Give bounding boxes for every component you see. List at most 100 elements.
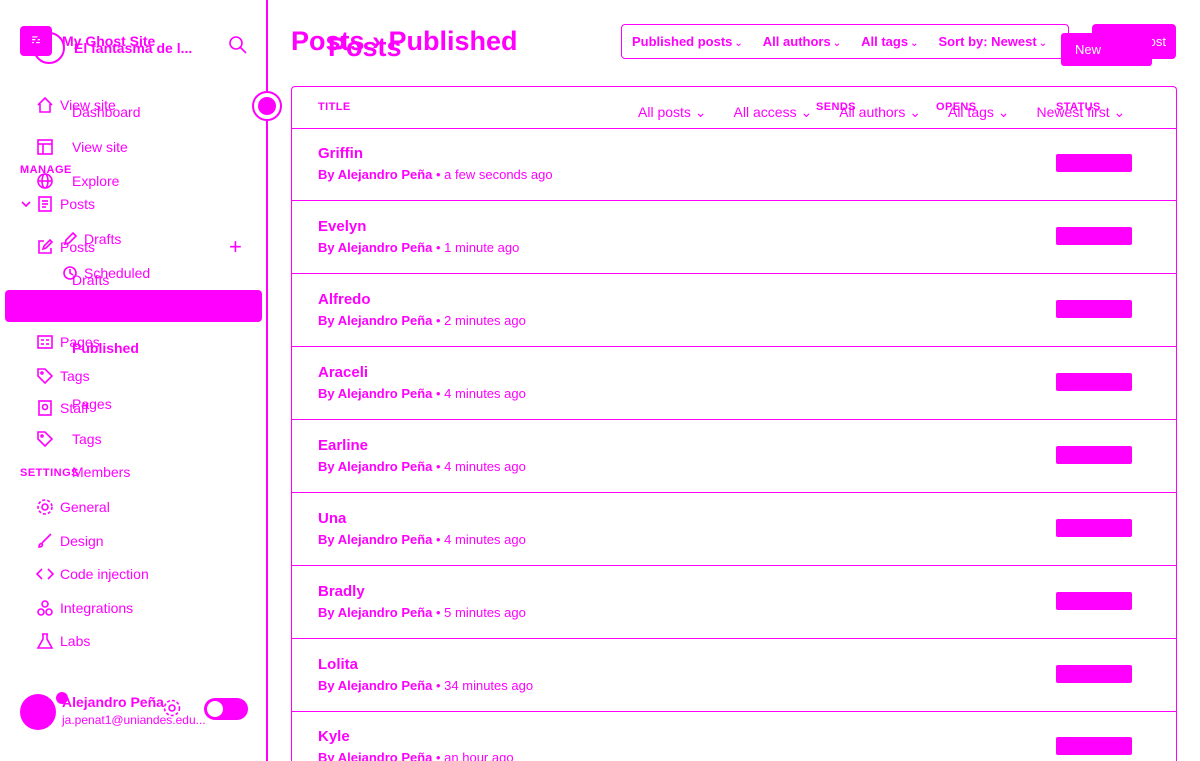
post-title[interactable]: Evelyn	[318, 218, 366, 235]
status-badge	[1056, 519, 1132, 537]
settings-gear-icon[interactable]	[162, 698, 182, 718]
post-title[interactable]: Griffin	[318, 145, 363, 162]
sidebar-item-label: Design	[60, 533, 104, 549]
sidebar-item-view-site-2[interactable]: View site	[36, 138, 128, 156]
status-badge	[1056, 227, 1132, 245]
post-meta: By Alejandro Peña • 1 minute ago	[318, 240, 520, 255]
post-title[interactable]: Kyle	[318, 728, 350, 745]
sidebar-item-general[interactable]: General	[36, 498, 110, 516]
sidebar-item-labs[interactable]: Labs	[36, 632, 90, 650]
table-row[interactable]: Alfredo By Alejandro Peña • 2 minutes ag…	[292, 274, 1176, 347]
night-mode-toggle[interactable]	[204, 698, 248, 720]
status-badge	[1056, 446, 1132, 464]
status-badge	[1056, 737, 1132, 755]
table-row[interactable]: Lolita By Alejandro Peña • 34 minutes ag…	[292, 639, 1176, 712]
sidebar-item-label: Code injection	[60, 566, 149, 582]
table-row[interactable]: Kyle By Alejandro Peña • an hour ago	[292, 711, 1176, 761]
sidebar-item-label: Tags	[60, 368, 90, 384]
table-row[interactable]: Una By Alejandro Peña • 4 minutes ago	[292, 493, 1176, 566]
sidebar-item-members[interactable]: Members	[72, 464, 130, 480]
post-title[interactable]: Lolita	[318, 656, 358, 673]
sidebar-item-published[interactable]: Published	[72, 340, 139, 356]
sidebar-item-explore[interactable]: Explore	[36, 172, 119, 190]
sidebar-item-label: View site	[72, 139, 128, 155]
status-dot-indicator	[252, 91, 282, 121]
sub-filter-authors[interactable]: All authors ⌄	[839, 104, 921, 121]
sort-dropdown[interactable]: Sort by: Newest ⌄	[938, 34, 1047, 49]
sidebar-item-dashboard[interactable]: Dashboard	[72, 104, 141, 120]
chevron-down-icon	[20, 195, 32, 213]
sidebar-item-design[interactable]: Design	[36, 532, 104, 550]
status-badge	[1056, 300, 1132, 318]
sidebar-item-label: Drafts	[72, 272, 110, 288]
sidebar-item-label: Explore	[72, 173, 120, 189]
sub-filter-order[interactable]: Newest first ⌄	[1037, 104, 1126, 121]
sub-filter-access[interactable]: All access ⌄	[734, 104, 813, 121]
sidebar-item-label: Tags	[72, 431, 102, 447]
sidebar-item-pages-2[interactable]: Pages	[72, 396, 112, 412]
post-title[interactable]: Alfredo	[318, 291, 371, 308]
page-title-overlay: Posts	[328, 32, 402, 62]
sidebar-item-label: Pages	[72, 396, 112, 412]
filter-type-dropdown[interactable]: Published posts ⌄	[632, 34, 743, 49]
layout-icon	[36, 138, 54, 156]
column-title: TITLE	[318, 101, 351, 113]
sidebar-item-posts[interactable]: Posts	[36, 238, 95, 256]
post-title[interactable]: Una	[318, 510, 346, 527]
table-row[interactable]: Earline By Alejandro Peña • 4 minutes ag…	[292, 420, 1176, 493]
post-title[interactable]: Bradly	[318, 583, 365, 600]
status-badge	[1056, 665, 1132, 683]
sidebar-item-posts-group[interactable]: Posts	[20, 195, 95, 213]
sidebar-item-published-active[interactable]	[5, 290, 262, 322]
new-post-button-overlay[interactable]: New	[1061, 33, 1152, 66]
sidebar-item-label: Posts	[60, 239, 96, 255]
filter-tag-dropdown[interactable]: All tags ⌄	[861, 34, 918, 49]
sub-filter-posts[interactable]: All posts ⌄	[638, 104, 707, 121]
post-meta: By Alejandro Peña • 4 minutes ago	[318, 532, 526, 547]
sidebar-item-tags[interactable]: Tags	[36, 367, 90, 385]
flask-icon	[36, 632, 54, 650]
sidebar-item-label: Members	[72, 464, 131, 480]
sidebar-item-integrations[interactable]: Integrations	[36, 599, 133, 617]
status-badge	[1056, 154, 1132, 172]
sidebar-item-label: Integrations	[60, 600, 134, 616]
filter-author-dropdown[interactable]: All authors ⌄	[763, 34, 841, 49]
post-meta: By Alejandro Peña • 5 minutes ago	[318, 605, 526, 620]
globe-icon	[36, 172, 54, 190]
staff-icon	[36, 399, 54, 417]
sidebar-item-drafts-2[interactable]: Drafts	[72, 272, 109, 288]
table-row[interactable]: Evelyn By Alejandro Peña • 1 minute ago	[292, 201, 1176, 274]
integrations-icon	[36, 599, 54, 617]
sidebar-item-label: Posts	[60, 196, 96, 212]
status-badge	[1056, 373, 1132, 391]
search-icon[interactable]	[226, 34, 248, 56]
tag-icon	[36, 430, 54, 448]
sidebar-item-label: Published	[72, 340, 139, 356]
post-title[interactable]: Araceli	[318, 364, 368, 381]
user-name[interactable]: Alejandro Peña	[62, 694, 164, 710]
sidebar-item-code-injection[interactable]: Code injection	[36, 565, 149, 583]
avatar[interactable]	[20, 694, 56, 730]
site-icon	[33, 32, 65, 64]
page-title: Posts › Published	[291, 26, 518, 56]
site-title-overlay: El fantasma de l...	[74, 40, 193, 56]
sidebar-item-tags-2[interactable]: Tags	[36, 430, 102, 448]
sidebar-item-label: General	[60, 499, 110, 515]
sub-filter-bar: All posts ⌄ All access ⌄ All authors ⌄ A…	[638, 104, 1125, 121]
tag-icon	[36, 367, 54, 385]
table-row[interactable]: Griffin By Alejandro Peña • a few second…	[292, 128, 1176, 201]
list-header: TITLE SENDS OPENS STATUS All posts ⌄ All…	[292, 87, 1176, 129]
sub-filter-tags[interactable]: All tags ⌄	[948, 104, 1010, 121]
table-row[interactable]: Araceli By Alejandro Peña • 4 minutes ag…	[292, 347, 1176, 420]
posts-list: TITLE SENDS OPENS STATUS All posts ⌄ All…	[291, 86, 1177, 761]
sidebar-item-label: Labs	[60, 633, 91, 649]
add-post-button[interactable]: +	[229, 236, 242, 258]
table-row[interactable]: Bradly By Alejandro Peña • 5 minutes ago	[292, 566, 1176, 639]
post-meta: By Alejandro Peña • a few seconds ago	[318, 167, 553, 182]
post-title[interactable]: Earline	[318, 437, 368, 454]
user-email: ja.penat1@uniandes.edu...	[62, 713, 206, 727]
post-meta: By Alejandro Peña • 4 minutes ago	[318, 386, 526, 401]
post-meta: By Alejandro Peña • 2 minutes ago	[318, 313, 526, 328]
document-icon	[36, 195, 54, 213]
post-meta: By Alejandro Peña • 4 minutes ago	[318, 459, 526, 474]
